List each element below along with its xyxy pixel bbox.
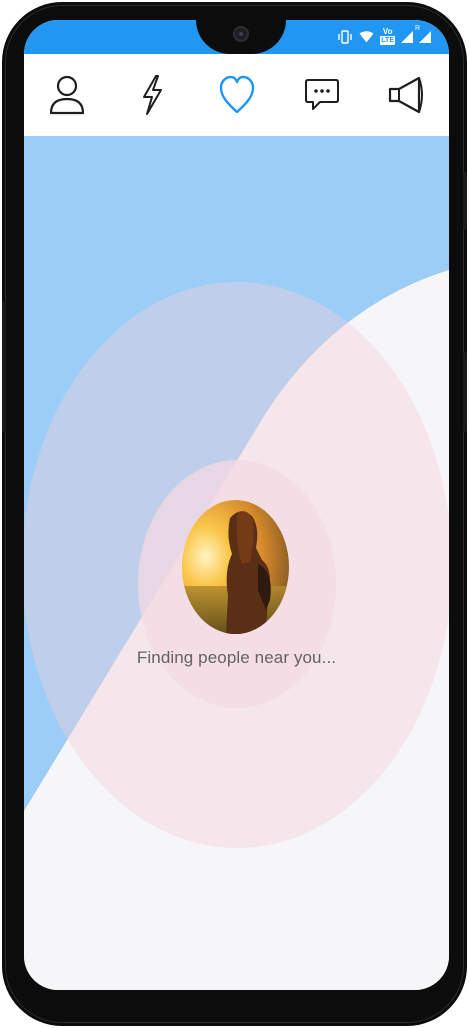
volte-lte-icon: Vo LTE (380, 28, 395, 45)
nav-megaphone-button[interactable] (364, 54, 449, 136)
nav-chat-button[interactable] (279, 54, 364, 136)
profile-icon (49, 75, 84, 115)
status-icons: Vo LTE R (337, 25, 431, 45)
vibrate-icon (337, 29, 353, 44)
signal-roaming-icon: R (415, 25, 431, 43)
nav-profile-button[interactable] (24, 54, 109, 136)
megaphone-icon (388, 76, 423, 114)
wifi-icon (359, 30, 374, 43)
volume-button[interactable] (463, 352, 467, 432)
finding-status-text: Finding people near you... (136, 648, 337, 667)
front-camera-icon (233, 26, 249, 42)
device-screen: Vo LTE R Finding people near you... (24, 20, 449, 990)
avatar-photo (182, 500, 289, 634)
nav-lightning-button[interactable] (109, 54, 194, 136)
lte-label: LTE (380, 36, 395, 45)
alert-slider[interactable] (2, 302, 6, 432)
phone-frame: Vo LTE R Finding people near you... (2, 2, 467, 1026)
signal-icon (401, 30, 413, 43)
nav-heart-button[interactable] (194, 54, 279, 136)
chat-icon (304, 79, 339, 110)
main-content: Finding people near you... (24, 136, 449, 990)
top-navigation (24, 54, 449, 136)
power-button[interactable] (463, 172, 467, 230)
lightning-icon (142, 75, 162, 115)
volte-label: Vo (382, 27, 393, 36)
avatar (182, 500, 289, 634)
heart-icon (219, 75, 254, 114)
roaming-label: R (415, 24, 421, 32)
